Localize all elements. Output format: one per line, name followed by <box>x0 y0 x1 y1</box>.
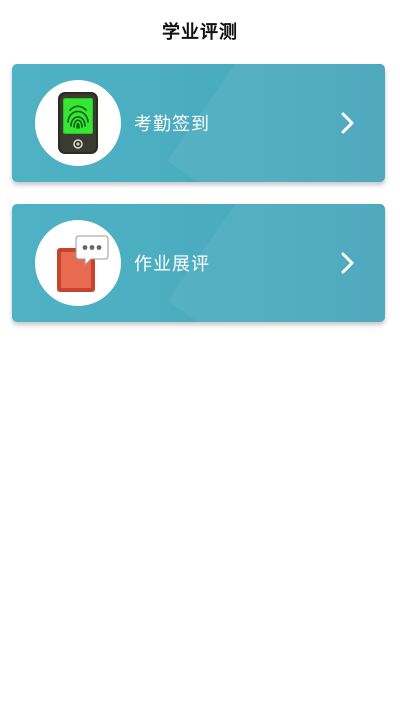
homework-review-label: 作业展评 <box>134 254 210 275</box>
homework-chat-icon <box>57 235 109 292</box>
homework-icon-circle <box>35 220 121 306</box>
fingerprint-scanner-icon <box>58 92 98 154</box>
attendance-card[interactable]: 考勤签到 <box>12 64 385 182</box>
chevron-right-icon <box>341 252 354 274</box>
chevron-right-icon <box>341 112 354 134</box>
header: 学业评测 <box>0 0 400 62</box>
attendance-label: 考勤签到 <box>134 114 210 135</box>
attendance-icon-circle <box>35 80 121 166</box>
page-title: 学业评测 <box>162 22 238 43</box>
app-screen: 学业评测 考勤签到 作业展评 <box>0 0 400 711</box>
homework-review-card[interactable]: 作业展评 <box>12 204 385 322</box>
